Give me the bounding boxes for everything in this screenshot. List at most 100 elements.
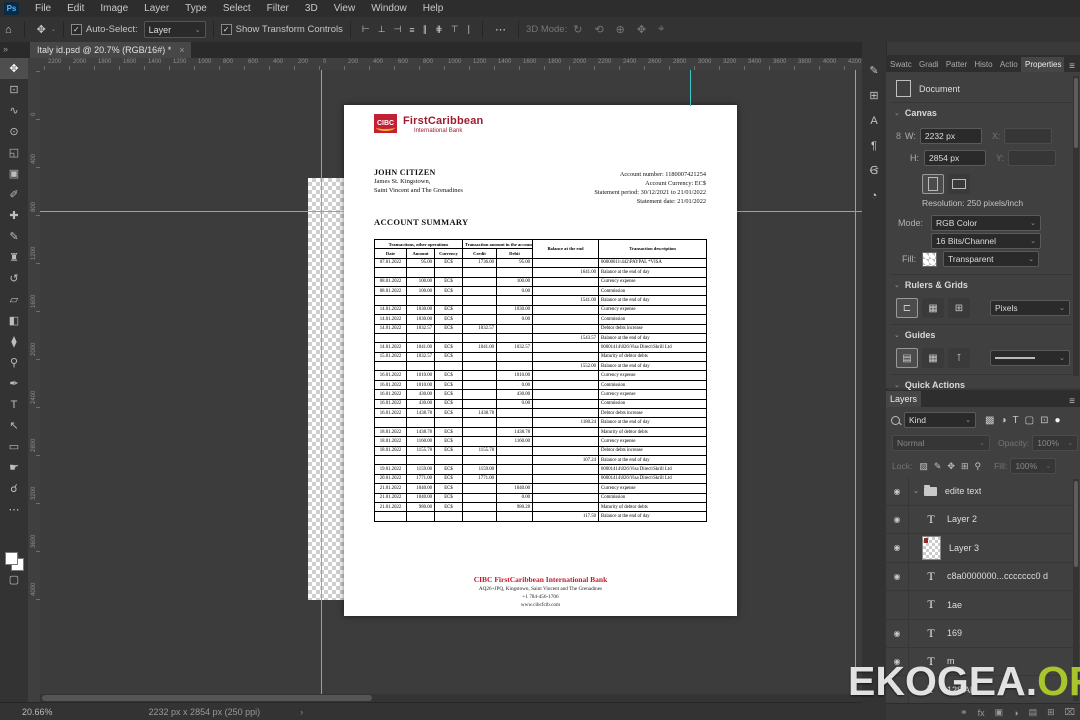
distribute-horizontal-icon[interactable]: ⋕ — [435, 24, 443, 35]
width-field[interactable]: 2232 px — [919, 128, 982, 144]
close-tab-icon[interactable]: × — [179, 45, 184, 55]
align-horizontal-centers-icon[interactable]: ⊥ — [378, 24, 386, 35]
ruler-units-select[interactable]: Pixels ⌄ — [990, 300, 1070, 316]
layer-row[interactable]: ◉ Layer 3 — [886, 533, 1080, 563]
document-canvas[interactable]: CIBC FirstCaribbean International Bank J… — [344, 105, 737, 616]
tab-actio[interactable]: Actio — [996, 57, 1021, 72]
eyedropper-tool[interactable]: ✐ — [0, 184, 28, 205]
align-bottom-edges-icon[interactable]: ≡ — [409, 25, 414, 35]
chevron-down-icon[interactable]: ⌄ — [894, 281, 900, 289]
layer-name[interactable]: edite text — [945, 486, 982, 496]
menu-type[interactable]: Type — [177, 3, 215, 14]
vertical-guide[interactable] — [855, 70, 856, 702]
distribute-top-icon[interactable]: ∥ — [423, 24, 428, 35]
delete-layer-icon[interactable]: ⌧ — [1065, 707, 1075, 718]
horizontal-guide[interactable] — [40, 211, 344, 212]
fill-swatch[interactable] — [922, 251, 937, 267]
layer-name[interactable]: 1ae — [947, 600, 962, 610]
portrait-orientation-button[interactable] — [922, 174, 944, 194]
tab-gradi[interactable]: Gradi — [915, 57, 942, 72]
tab-histo[interactable]: Histo — [970, 57, 996, 72]
guide-style-select[interactable]: ⌄ — [990, 350, 1070, 366]
zoom-tool[interactable]: ☌ — [0, 478, 28, 499]
layer-thumbnail[interactable] — [922, 535, 941, 560]
layer-filter-select[interactable]: Kind ⌄ — [904, 412, 976, 428]
lock-artboard-icon[interactable]: ⊞ — [961, 461, 969, 472]
color-mode-select[interactable]: RGB Color ⌄ — [931, 215, 1042, 231]
layer-name[interactable]: Layer 2 — [947, 514, 977, 524]
menu-file[interactable]: File — [27, 3, 59, 14]
menu-3d[interactable]: 3D — [297, 3, 326, 14]
align-left-edges-icon[interactable]: ⊢ — [362, 24, 370, 35]
quick-selection-tool[interactable]: ⊙ — [0, 121, 28, 142]
lock-all-icon[interactable]: ⚲ — [974, 461, 981, 472]
new-adjustment-icon[interactable]: ◑ — [1013, 708, 1018, 718]
layer-visibility-toggle[interactable] — [886, 590, 909, 619]
move-tool[interactable]: ✥ — [0, 58, 28, 79]
distribute-bottom-icon[interactable]: ⊤ — [451, 24, 459, 35]
toggle-snap-icon[interactable]: ⊞ — [948, 298, 970, 318]
quick-actions-section-header[interactable]: Quick Actions — [905, 380, 965, 390]
canvas-section-header[interactable]: Canvas — [905, 108, 937, 118]
panel-menu-icon[interactable]: ≡ — [1064, 396, 1080, 407]
clone-stamp-tool[interactable]: ♜ — [0, 247, 28, 268]
gradient-tool[interactable]: ◧ — [0, 310, 28, 331]
screen-mode-icon[interactable]: ▢ — [0, 569, 28, 590]
distribute-vertical-icon[interactable]: ∣ — [467, 24, 472, 35]
rectangle-tool[interactable]: ▭ — [0, 436, 28, 457]
home-icon[interactable]: ⌂ — [5, 24, 12, 36]
glyphs-panel-icon[interactable]: Ꞡ — [862, 158, 886, 183]
character-panel-icon[interactable]: A — [862, 108, 886, 133]
add-mask-icon[interactable]: ▣ — [995, 707, 1004, 718]
chevron-down-icon[interactable]: ⌄ — [894, 109, 900, 117]
show-transform-checkbox[interactable]: ✓ — [220, 24, 232, 35]
healing-brush-tool[interactable]: ✚ — [0, 205, 28, 226]
layer-visibility-toggle[interactable]: ◉ — [886, 477, 909, 505]
scrollbar-thumb[interactable] — [42, 695, 372, 701]
height-field[interactable]: 2854 px — [924, 150, 986, 166]
lock-transparency-icon[interactable]: ▨ — [919, 461, 928, 472]
filter-toggle-icon[interactable]: ● — [1054, 415, 1060, 426]
paragraph-panel-icon[interactable]: ¶ — [862, 133, 886, 158]
layer-visibility-toggle[interactable]: ◉ — [886, 562, 909, 591]
brush-settings-icon[interactable]: ✎ — [862, 58, 886, 83]
tab-swatc[interactable]: Swatc — [886, 57, 915, 72]
move-tool-preset-icon[interactable]: ✥ — [37, 23, 46, 36]
menu-help[interactable]: Help — [415, 3, 452, 14]
vertical-guide[interactable] — [321, 70, 322, 702]
layer-visibility-toggle[interactable]: ◉ — [886, 505, 909, 534]
brush-tool[interactable]: ✎ — [0, 226, 28, 247]
clone-source-icon[interactable]: ⊞ — [862, 83, 886, 108]
new-guide-icon[interactable]: ▤ — [896, 348, 918, 368]
tab-overflow-icon[interactable]: » — [3, 44, 8, 54]
new-group-icon[interactable]: ▤ — [1029, 707, 1038, 718]
menu-filter[interactable]: Filter — [259, 3, 297, 14]
marquee-tool[interactable]: ⊡ — [0, 79, 28, 100]
layer-visibility-toggle[interactable]: ◉ — [886, 619, 909, 647]
new-layer-icon[interactable]: ⊞ — [1047, 707, 1055, 718]
libraries-panel-icon[interactable]: ◔ — [862, 183, 886, 208]
zoom-level[interactable]: 20.66% — [22, 707, 53, 717]
menu-layer[interactable]: Layer — [136, 3, 177, 14]
tab-layers[interactable]: Layers — [886, 391, 922, 407]
blur-tool[interactable]: ⧫ — [0, 331, 28, 352]
fill-select[interactable]: Transparent ⌄ — [943, 251, 1039, 267]
layer-effects-icon[interactable]: fx — [978, 708, 985, 718]
auto-select-checkbox[interactable]: ✓ — [70, 24, 82, 35]
menu-window[interactable]: Window — [363, 3, 415, 14]
filter-shape-layers-icon[interactable]: ▢ — [1025, 415, 1034, 426]
bit-depth-select[interactable]: 16 Bits/Channel ⌄ — [931, 233, 1041, 249]
vertical-guide[interactable] — [690, 70, 691, 106]
layer-visibility-toggle[interactable]: ◉ — [886, 533, 909, 562]
pen-tool[interactable]: ✒ — [0, 373, 28, 394]
foreground-color-swatch[interactable] — [5, 552, 18, 565]
menu-view[interactable]: View — [326, 3, 364, 14]
history-brush-tool[interactable]: ↺ — [0, 268, 28, 289]
lasso-tool[interactable]: ∿ — [0, 100, 28, 121]
layer-name[interactable]: Layer 3 — [949, 543, 979, 553]
chevron-down-icon[interactable]: ⌄ — [894, 331, 900, 339]
dodge-tool[interactable]: ⚲ — [0, 352, 28, 373]
auto-select-target-select[interactable]: Layer ⌄ — [143, 21, 206, 38]
lock-guides-icon[interactable]: ⊺ — [948, 348, 970, 368]
hand-tool[interactable]: ☛ — [0, 457, 28, 478]
